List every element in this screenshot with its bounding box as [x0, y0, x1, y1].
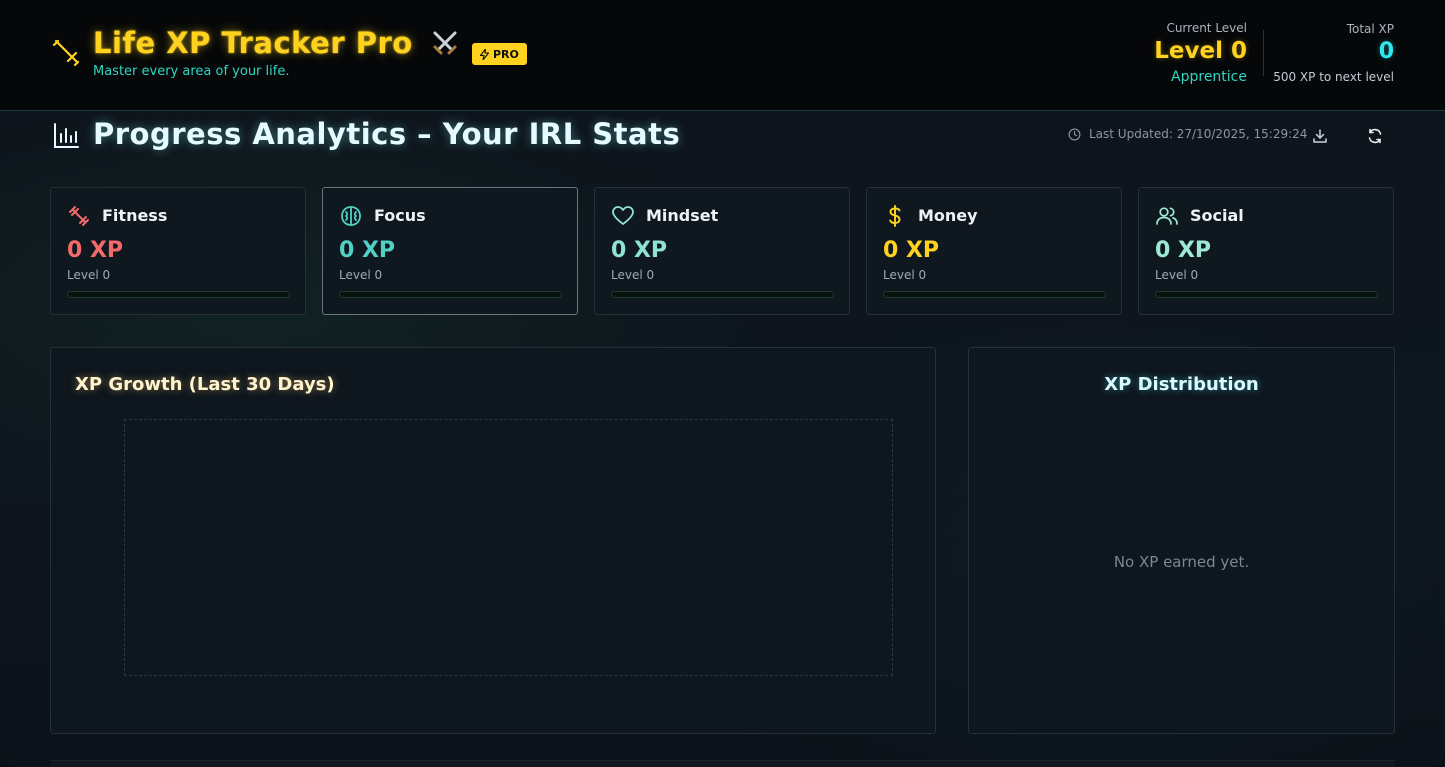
stat-card-level: Level 0 — [611, 268, 655, 282]
xp-growth-panel: XP Growth (Last 30 Days) — [50, 347, 936, 734]
xp-growth-chart-area — [124, 419, 893, 676]
refresh-button[interactable] — [1363, 124, 1387, 148]
users-icon — [1156, 207, 1178, 225]
stat-card-title: Mindset — [646, 206, 719, 225]
stat-card-mindset[interactable]: Mindset 0 XP Level 0 — [594, 187, 850, 315]
sword-icon — [52, 39, 80, 67]
stat-card-money[interactable]: Money 0 XP Level 0 — [866, 187, 1122, 315]
last-updated: Last Updated: 27/10/2025, 15:29:24 — [1068, 127, 1307, 141]
stat-card-xp: 0 XP — [67, 238, 124, 263]
clock-icon — [1068, 128, 1081, 140]
stat-card-xp: 0 XP — [611, 238, 668, 263]
stat-card-xp: 0 XP — [1155, 238, 1212, 263]
stat-card-social[interactable]: Social 0 XP Level 0 — [1138, 187, 1394, 315]
stat-card-level: Level 0 — [883, 268, 927, 282]
app-subtitle: Master every area of your life. — [93, 64, 290, 79]
current-level-value: Level 0 — [1154, 38, 1247, 64]
heart-icon — [612, 206, 634, 225]
total-xp-value: 0 — [1378, 39, 1394, 64]
header-divider — [1263, 30, 1264, 76]
stat-card-progress-bar — [611, 291, 834, 298]
page-title: Progress Analytics – Your IRL Stats — [93, 117, 681, 151]
refresh-icon — [1368, 128, 1382, 144]
stat-card-xp: 0 XP — [339, 238, 396, 263]
app-header: Life XP Tracker Pro PRO Master every are… — [0, 0, 1445, 111]
pro-badge: PRO — [472, 43, 527, 65]
dumbbell-icon — [69, 206, 89, 226]
xp-growth-title: XP Growth (Last 30 Days) — [75, 374, 335, 395]
brain-icon — [341, 206, 361, 226]
stat-card-level: Level 0 — [1155, 268, 1199, 282]
stat-card-fitness[interactable]: Fitness 0 XP Level 0 — [50, 187, 306, 315]
rank-label: Apprentice — [1171, 69, 1247, 85]
stat-card-progress-bar — [339, 291, 562, 298]
stat-card-level: Level 0 — [339, 268, 383, 282]
xp-distribution-title: XP Distribution — [1104, 374, 1259, 395]
next-level-text: 500 XP to next level — [1273, 70, 1394, 84]
stat-card-progress-bar — [67, 291, 290, 298]
crossed-swords-icon — [433, 31, 457, 55]
lightning-icon — [480, 48, 489, 60]
current-level-label: Current Level — [1166, 21, 1247, 35]
stat-card-focus[interactable]: Focus 0 XP Level 0 — [322, 187, 578, 315]
dollar-icon — [889, 205, 901, 227]
last-updated-text: Last Updated: 27/10/2025, 15:29:24 — [1089, 127, 1308, 141]
stat-card-title: Money — [918, 206, 978, 225]
stat-card-title: Fitness — [102, 206, 168, 225]
pro-badge-label: PRO — [493, 47, 519, 61]
bar-chart-icon — [54, 123, 79, 148]
app-window: Life XP Tracker Pro PRO Master every are… — [0, 0, 1445, 767]
app-title: Life XP Tracker Pro — [93, 26, 413, 60]
download-button[interactable] — [1308, 124, 1332, 148]
download-icon — [1313, 129, 1327, 143]
xp-distribution-empty-text: No XP earned yet. — [1113, 553, 1250, 571]
stat-card-progress-bar — [883, 291, 1106, 298]
stat-card-title: Focus — [374, 206, 426, 225]
stat-card-xp: 0 XP — [883, 238, 940, 263]
bottom-panel-edge — [50, 760, 1395, 767]
xp-distribution-panel: XP Distribution No XP earned yet. — [968, 347, 1395, 734]
stat-card-title: Social — [1190, 206, 1244, 225]
stat-card-progress-bar — [1155, 291, 1378, 298]
stat-card-level: Level 0 — [67, 268, 111, 282]
total-xp-label: Total XP — [1346, 22, 1394, 36]
